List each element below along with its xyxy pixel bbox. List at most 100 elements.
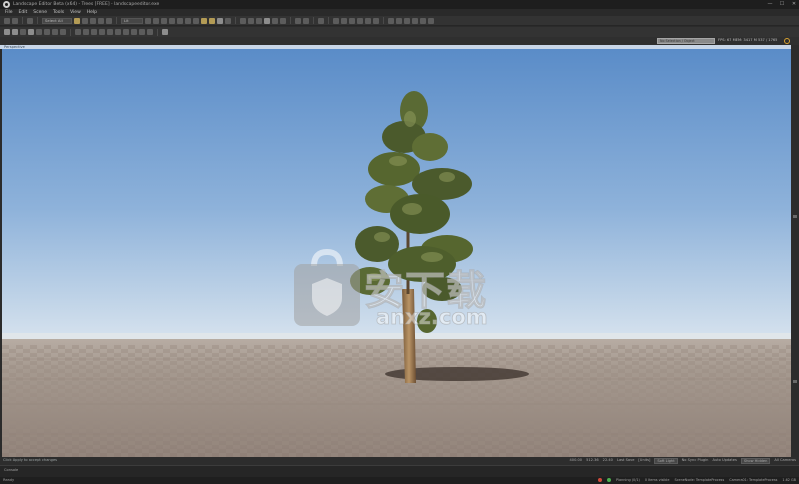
move-icon[interactable] <box>82 17 88 24</box>
terrain-icon[interactable] <box>106 17 112 24</box>
maximize-icon[interactable]: ☐ <box>779 1 785 7</box>
selection-mode-dropdown[interactable]: Select All <box>42 17 72 24</box>
record-icon[interactable] <box>784 38 790 44</box>
light-icon[interactable] <box>28 29 34 35</box>
window-title: Landscape Editor Beta (x64) - Trees [FRE… <box>13 2 160 7</box>
ground-checker <box>2 345 791 457</box>
erase-icon[interactable] <box>412 17 418 24</box>
lock-icon[interactable] <box>12 29 18 35</box>
minimize-icon[interactable]: — <box>767 1 773 7</box>
sidebar-handle[interactable] <box>793 380 797 383</box>
chart-icon[interactable] <box>225 17 231 24</box>
curve-icon[interactable] <box>107 29 113 35</box>
tree-icon[interactable] <box>201 17 207 24</box>
console-tab[interactable]: Console <box>4 468 18 472</box>
fill-icon[interactable] <box>404 17 410 24</box>
menu-scene[interactable]: Scene <box>33 9 47 16</box>
status-item: SceneNode: TemplateProcess <box>674 478 725 482</box>
mirror-icon[interactable] <box>185 17 191 24</box>
shadow-icon[interactable] <box>131 29 137 35</box>
show-hidden-toggle[interactable]: Show Hidden <box>740 458 771 464</box>
right-sidebar-collapsed[interactable] <box>791 45 799 457</box>
mesh-icon[interactable] <box>75 29 81 35</box>
brush-icon[interactable] <box>388 17 394 24</box>
copy-icon[interactable] <box>295 17 301 24</box>
toolbar-divider <box>328 17 329 24</box>
menu-help[interactable]: Help <box>87 9 97 16</box>
performance-stats: FPS: 67 MEM: 3417 M 537 / 1765 <box>718 38 778 42</box>
menu-edit[interactable]: Edit <box>19 9 28 16</box>
error-icon[interactable] <box>598 478 603 482</box>
view-mode-dropdown[interactable]: Lit <box>121 17 143 24</box>
nav-3-icon[interactable] <box>349 17 355 24</box>
object-search-input[interactable]: No Selection / Object <box>657 38 715 44</box>
sphere-icon[interactable] <box>4 29 10 35</box>
branch-icon[interactable] <box>83 29 89 35</box>
camera-icon[interactable] <box>36 29 42 35</box>
leaf-icon[interactable] <box>99 29 105 35</box>
axis-z-icon[interactable] <box>177 17 183 24</box>
layer-list-icon[interactable] <box>256 17 262 24</box>
toolbar-divider <box>313 17 314 24</box>
watermark-url: anxz.com <box>376 305 488 330</box>
axis-x-icon[interactable] <box>161 17 167 24</box>
grid-icon[interactable] <box>209 17 215 24</box>
rotate-icon[interactable] <box>90 17 96 24</box>
wind-icon[interactable] <box>60 29 66 35</box>
layer-icon[interactable] <box>240 17 246 24</box>
status-items: Planning (0/1) 0 Items visible SceneNode… <box>598 478 796 482</box>
text-icon[interactable] <box>153 17 159 24</box>
grid-view-icon[interactable] <box>147 29 153 35</box>
cut-icon[interactable] <box>280 17 286 24</box>
nav-4-icon[interactable] <box>357 17 363 24</box>
ready-status: Ready <box>3 478 15 482</box>
sync-toggle[interactable]: No Sync Plugin <box>682 458 709 464</box>
nav-6-icon[interactable] <box>373 17 379 24</box>
ok-icon <box>607 478 612 482</box>
select-arrow-icon[interactable] <box>74 17 80 24</box>
sun-icon[interactable] <box>44 29 50 35</box>
redo-icon[interactable] <box>12 17 18 24</box>
toolbar-divider <box>22 17 23 24</box>
menu-bar: File Edit Scene Tools View Help <box>0 9 799 16</box>
link-icon[interactable] <box>27 17 33 24</box>
axis-y-icon[interactable] <box>169 17 175 24</box>
headphones-icon[interactable] <box>91 29 97 35</box>
align-icon[interactable] <box>193 17 199 24</box>
bone-icon[interactable] <box>52 29 58 35</box>
cube-icon[interactable] <box>20 29 26 35</box>
nav-1-icon[interactable] <box>333 17 339 24</box>
snap-icon[interactable] <box>145 17 151 24</box>
light-mode-select[interactable]: Soft Light <box>654 458 678 464</box>
nav-2-icon[interactable] <box>341 17 347 24</box>
auto-updates[interactable]: Auto Updates <box>712 458 736 464</box>
toolbar-divider <box>235 17 236 24</box>
pen-icon[interactable] <box>272 17 278 24</box>
watermark: 安下载 anxz.com <box>292 248 507 330</box>
table-icon[interactable] <box>139 29 145 35</box>
scale-icon[interactable] <box>98 17 104 24</box>
wave-icon[interactable] <box>115 29 121 35</box>
close-icon[interactable]: ✕ <box>791 1 797 7</box>
sidebar-handle[interactable] <box>793 215 797 218</box>
camera-select[interactable]: All Cameras <box>774 458 796 464</box>
paste-icon[interactable] <box>303 17 309 24</box>
menu-file[interactable]: File <box>5 9 13 16</box>
toolbar-divider <box>70 28 71 36</box>
settings-icon[interactable] <box>162 29 168 35</box>
play-icon[interactable] <box>428 17 434 24</box>
nav-5-icon[interactable] <box>365 17 371 24</box>
number-field-icon[interactable] <box>264 17 270 24</box>
frame-icon[interactable] <box>217 17 223 24</box>
render-icon[interactable] <box>420 17 426 24</box>
layer-add-icon[interactable] <box>248 17 254 24</box>
title-bar: Landscape Editor Beta (x64) - Trees [FRE… <box>0 0 799 9</box>
paint-icon[interactable] <box>396 17 402 24</box>
menu-tools[interactable]: Tools <box>53 9 64 16</box>
undo-icon[interactable] <box>4 17 10 24</box>
menu-view[interactable]: View <box>70 9 81 16</box>
units-field[interactable]: [Units] <box>638 458 650 464</box>
3d-viewport[interactable]: 安下载 anxz.com <box>2 49 791 457</box>
material-icon[interactable] <box>123 29 129 35</box>
home-icon[interactable] <box>318 17 324 24</box>
